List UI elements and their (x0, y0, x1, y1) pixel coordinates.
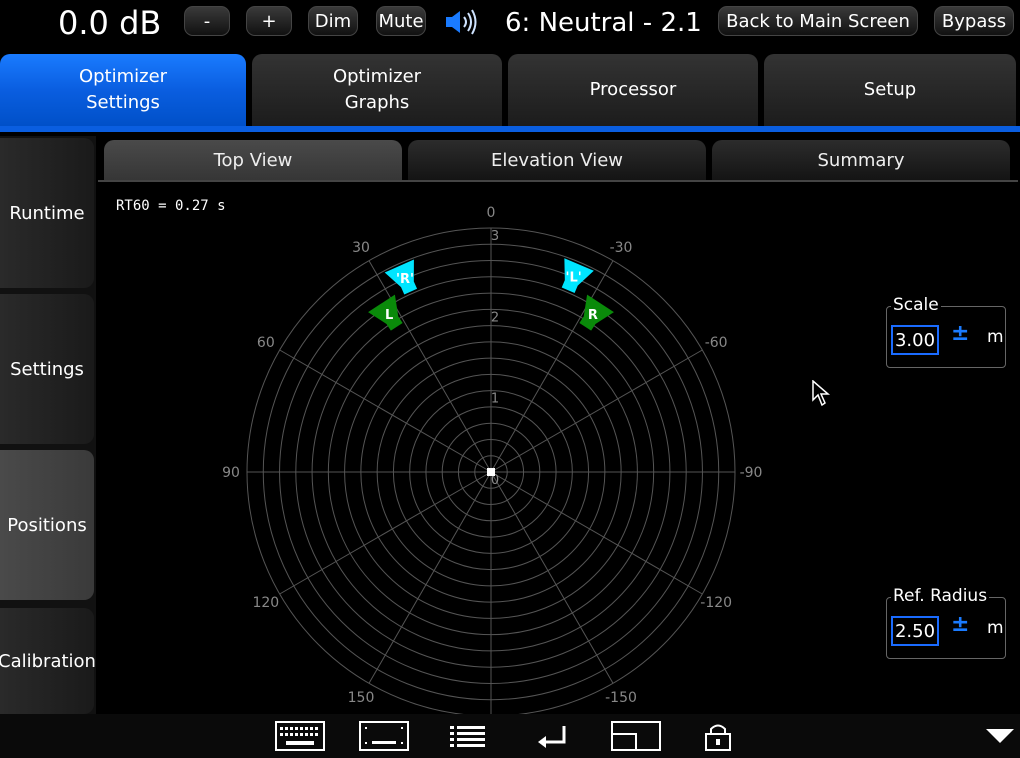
polar-spoke (279, 349, 492, 473)
preset-title: 6: Neutral - 2.1 (505, 8, 702, 38)
speaker-label: R (588, 308, 598, 323)
angle-label: -30 (610, 240, 633, 256)
angle-label: -90 (740, 465, 763, 481)
back-to-main-button[interactable]: Back to Main Screen (718, 6, 918, 36)
scale-unit: m (987, 327, 1004, 347)
angle-label: 120 (252, 595, 279, 611)
tab-top-view[interactable]: Top View (104, 140, 402, 180)
angle-label: 60 (257, 335, 275, 351)
scale-input[interactable]: 3.00 (891, 325, 939, 355)
ref-radius-field-group: Ref. Radius 2.50 ± m (886, 586, 1006, 659)
side-tab-calibration[interactable]: Calibration (0, 608, 96, 714)
polar-spoke (368, 260, 492, 473)
tab-elevation-view[interactable]: Elevation View (408, 140, 706, 180)
angle-label: -60 (705, 335, 728, 351)
angle-label: 0 (487, 205, 496, 221)
volume-up-button[interactable]: + (246, 6, 292, 36)
bypass-button[interactable]: Bypass (934, 6, 1014, 36)
keyboard-icon[interactable] (274, 720, 326, 752)
angle-label: 90 (222, 465, 240, 481)
polar-spoke (368, 471, 492, 684)
polar-spoke (490, 471, 614, 684)
main-tabs: Optimizer Settings Optimizer Graphs Proc… (0, 54, 1020, 128)
tab-processor[interactable]: Processor (508, 54, 758, 126)
window-icon[interactable] (610, 720, 662, 752)
ref-radius-plus-minus-button[interactable]: ± (951, 612, 969, 637)
ref-radius-input[interactable]: 2.50 (891, 616, 939, 646)
mute-button[interactable]: Mute (376, 6, 426, 36)
angle-label: 30 (352, 240, 370, 256)
keypad-icon[interactable] (358, 720, 410, 752)
volume-readout: 0.0 dB (58, 4, 162, 42)
mouse-pointer-icon (812, 380, 831, 407)
list-icon[interactable] (448, 720, 488, 752)
speaker-label: 'R' (396, 272, 414, 287)
speaker-volume-icon[interactable] (442, 8, 482, 36)
angle-label: -150 (605, 690, 637, 706)
rt60-readout: RT60 = 0.27 s (116, 198, 226, 214)
angle-label: 150 (348, 690, 375, 706)
tab-optimizer-graphs[interactable]: Optimizer Graphs (252, 54, 502, 126)
dropdown-icon[interactable] (984, 726, 1016, 746)
radius-label: 3 (491, 229, 499, 244)
scale-field-group: Scale 3.00 ± m (886, 295, 1006, 368)
listener-marker (487, 468, 495, 476)
sub-tabs: Top View Elevation View Summary (98, 140, 1018, 182)
speaker-label: 'L' (566, 270, 582, 285)
polar-spoke (490, 260, 614, 473)
side-tab-runtime[interactable]: Runtime (0, 138, 94, 288)
side-tab-positions[interactable]: Positions (0, 450, 94, 600)
radius-label: 2 (491, 310, 499, 325)
speaker-label: L (385, 308, 393, 323)
top-bar: 0.0 dB - + Dim Mute 6: Neutral - 2.1 Bac… (0, 0, 1020, 48)
tab-summary[interactable]: Summary (712, 140, 1010, 180)
side-tab-settings[interactable]: Settings (0, 294, 94, 444)
polar-plot[interactable]: 030-3060-6090-90120-120150-1501801230'R'… (98, 182, 1020, 714)
polar-spoke (490, 349, 703, 473)
enter-icon[interactable] (536, 720, 570, 752)
scale-label: Scale (891, 295, 941, 315)
polar-spoke (490, 471, 703, 595)
bottom-bar (0, 714, 1020, 758)
volume-down-button[interactable]: - (184, 6, 230, 36)
polar-spoke (279, 471, 492, 595)
scale-plus-minus-button[interactable]: ± (951, 321, 969, 346)
tab-underline (0, 126, 1020, 132)
tab-optimizer-settings[interactable]: Optimizer Settings (0, 54, 246, 126)
tab-setup[interactable]: Setup (764, 54, 1016, 126)
side-tabs: Runtime Settings Positions Calibration (0, 136, 96, 714)
ref-radius-unit: m (987, 618, 1004, 638)
lock-icon[interactable] (702, 720, 734, 754)
angle-label: -120 (700, 595, 732, 611)
radius-label: 1 (491, 392, 499, 407)
ref-radius-label: Ref. Radius (891, 586, 990, 606)
dim-button[interactable]: Dim (308, 6, 358, 36)
